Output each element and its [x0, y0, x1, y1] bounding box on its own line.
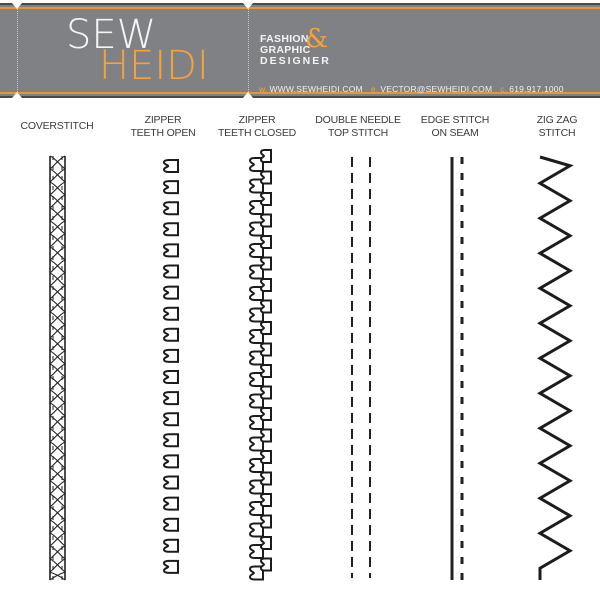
zipper-tooth: [162, 433, 179, 448]
zipper-tooth-right: [259, 514, 272, 529]
zipper-tooth: [162, 454, 179, 469]
zipper-open-pattern: [162, 159, 179, 574]
edge-stitch-pattern: [450, 157, 464, 580]
zipper-tooth: [162, 348, 179, 363]
zipper-tooth-right: [259, 299, 272, 314]
zipper-tooth-right: [259, 235, 272, 249]
zipper-tooth: [162, 201, 179, 216]
zipper-tooth-right: [259, 557, 272, 572]
zipper-tooth: [162, 496, 179, 511]
zipper-tooth: [162, 222, 179, 237]
zipper-tooth: [162, 159, 179, 173]
zipper-tooth-right: [259, 278, 272, 292]
zipper-tooth: [162, 475, 179, 490]
zipper-tooth: [162, 559, 179, 574]
zipper-tooth: [162, 517, 179, 532]
zipper-tooth: [162, 391, 179, 406]
zipper-tooth: [162, 180, 179, 195]
zipper-tooth: [162, 370, 179, 384]
coverstitch-pattern: [49, 155, 66, 581]
zipper-tooth-right: [259, 321, 272, 335]
zipper-tooth-right: [259, 256, 272, 271]
zipper-tooth: [162, 306, 179, 321]
zipper-tooth-right: [259, 428, 272, 443]
zipper-tooth-right: [259, 192, 272, 206]
stitch-illustrations: [49, 149, 574, 581]
double-needle-pattern: [351, 157, 371, 578]
zipper-tooth: [162, 243, 179, 258]
zipper-tooth-right: [259, 364, 272, 378]
zipper-tooth-right: [259, 471, 272, 486]
zipper-closed-pattern: [248, 149, 272, 581]
zipper-tooth-right: [259, 170, 272, 185]
zipper-tooth-right: [259, 493, 272, 507]
zipper-tooth-right: [259, 450, 272, 464]
zipper-tooth-right: [259, 407, 272, 421]
zig-zag-line: [537, 155, 574, 580]
zipper-tooth: [162, 538, 179, 553]
zipper-tooth: [162, 285, 179, 300]
zipper-tooth-right: [259, 149, 272, 163]
zipper-tooth: [162, 327, 179, 342]
zipper-tooth: [162, 264, 179, 279]
zipper-tooth: [162, 412, 179, 427]
zipper-tooth-right: [259, 385, 272, 400]
zipper-tooth-right: [259, 342, 272, 357]
zipper-tooth-right: [259, 536, 272, 550]
zipper-tooth-right: [259, 213, 272, 228]
zig-zag-pattern: [537, 155, 574, 580]
